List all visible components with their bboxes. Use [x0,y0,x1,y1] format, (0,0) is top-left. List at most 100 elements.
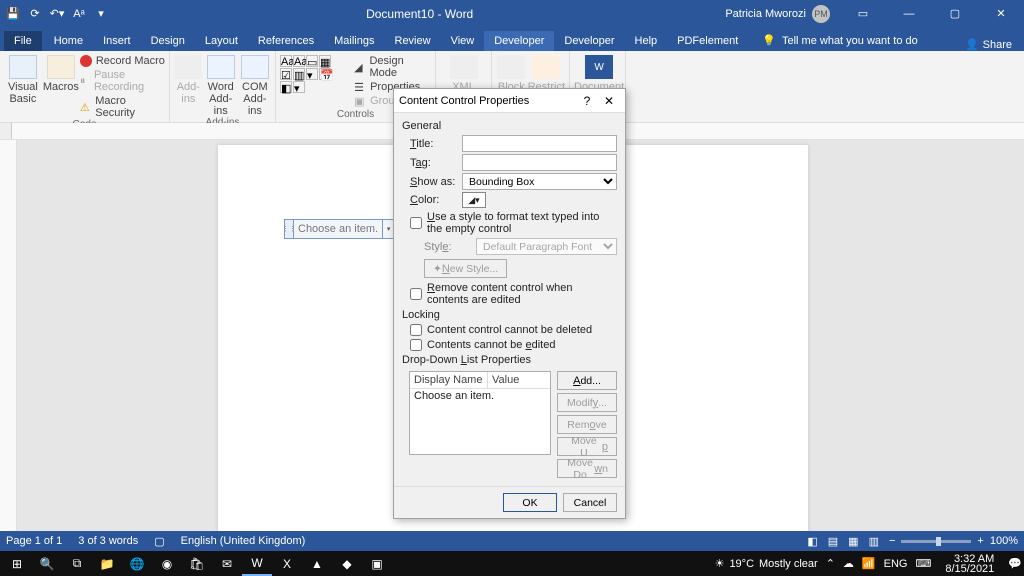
dropdown-list[interactable]: Display NameValue Choose an item. [409,371,551,455]
user-account[interactable]: Patricia Mworozi PM [725,5,830,23]
mail-icon[interactable]: ✉ [212,551,242,576]
design-mode-button[interactable]: ◢Design Mode [354,55,431,79]
tab-design[interactable]: Design [141,31,195,51]
zoom-in-icon[interactable]: + [977,535,983,547]
group-icon: ▣ [354,95,366,107]
record-macro-button[interactable]: Record Macro [80,55,165,67]
windows-taskbar: ⊞ 🔍 ⧉ 📁 🌐 ◉ 🛍 ✉ W X ▲ ◆ ▣ ☀19°CMostly cl… [0,551,1024,576]
search-icon[interactable]: 🔍 [32,551,62,576]
language-status[interactable]: English (United Kingdom) [181,535,306,547]
tag-field[interactable] [462,154,617,171]
start-icon[interactable]: ⊞ [2,551,32,576]
task-view-icon[interactable]: ⧉ [62,551,92,576]
content-control-handle-icon[interactable]: ⋮⋮ [285,220,294,238]
ribbon-options-icon[interactable]: ▭ [840,0,886,27]
macro-security-button[interactable]: ⚠Macro Security [80,95,165,119]
dialog-close-icon[interactable]: ✕ [598,94,620,108]
tab-selector[interactable] [0,123,12,139]
tab-home[interactable]: Home [44,31,93,51]
zoom-control[interactable]: − + 100% [889,535,1018,547]
keyboard-icon[interactable]: ⌨ [915,557,931,570]
chrome-icon[interactable]: ◉ [152,551,182,576]
visual-basic-button[interactable]: Visual Basic [4,53,42,119]
zoom-out-icon[interactable]: − [889,535,895,547]
tab-insert[interactable]: Insert [93,31,141,51]
showas-select[interactable]: Bounding Box [462,173,617,190]
tab-developer[interactable]: Developer [484,31,554,51]
tab-review[interactable]: Review [385,31,441,51]
edge-icon[interactable]: 🌐 [122,551,152,576]
ok-button[interactable]: OK [503,493,557,512]
help-icon[interactable]: ? [576,94,598,108]
wifi-icon[interactable]: 📶 [862,557,876,570]
close-icon[interactable]: ✕ [978,0,1024,27]
cancel-button[interactable]: Cancel [563,493,617,512]
notifications-icon[interactable]: 💬 [1008,557,1022,570]
dialog-title-bar[interactable]: Content Control Properties ? ✕ [394,89,625,113]
use-style-checkbox[interactable] [410,217,422,229]
color-picker-button[interactable]: ◢▾ [462,192,486,208]
tab-developer2[interactable]: Developer [554,31,624,51]
word-addins-button[interactable]: Word Add-ins [204,53,238,117]
bulb-icon: 💡 [762,34,776,47]
tab-view[interactable]: View [441,31,485,51]
excel-icon[interactable]: X [272,551,302,576]
minimize-icon[interactable]: — [886,0,932,27]
refresh-icon[interactable]: ⟳ [28,7,42,21]
tab-file[interactable]: File [4,31,42,51]
section-dropdown: Drop-Down List Properties [402,354,617,366]
page-count[interactable]: Page 1 of 1 [6,535,62,547]
showas-label: Show as: [410,176,458,188]
section-general: General [402,120,617,132]
print-layout-icon[interactable]: ▦ [848,535,858,548]
title-field[interactable] [462,135,617,152]
word-count[interactable]: 3 of 3 words [78,535,138,547]
save-icon[interactable]: 💾 [6,7,20,21]
vertical-ruler[interactable] [0,140,17,531]
tab-references[interactable]: References [248,31,324,51]
vlc-icon[interactable]: ▲ [302,551,332,576]
tell-me[interactable]: 💡Tell me what you want to do [752,30,927,51]
list-item[interactable]: Choose an item. [410,389,550,403]
explorer-icon[interactable]: 📁 [92,551,122,576]
accessibility-icon[interactable]: ◧ [807,535,817,548]
column-value: Value [488,372,523,388]
tab-mailings[interactable]: Mailings [324,31,384,51]
lock-delete-checkbox[interactable] [410,324,422,336]
avatar: PM [812,5,830,23]
com-addins-button[interactable]: COM Add-ins [239,53,271,117]
undo-icon[interactable]: ↶▾ [50,7,64,21]
addins-button[interactable]: Add-ins [174,53,203,117]
zoom-slider[interactable] [901,540,971,543]
pause-recording-button[interactable]: ⏸Pause Recording [80,69,165,93]
font-icon[interactable]: Aᵃ [72,7,86,21]
web-layout-icon[interactable]: ▥ [869,535,879,548]
read-mode-icon[interactable]: ▤ [828,535,838,548]
zoom-percent[interactable]: 100% [990,535,1018,547]
lock-edit-checkbox[interactable] [410,339,422,351]
word-icon[interactable]: W [242,551,272,576]
chevron-up-icon[interactable]: ⌃ [826,557,835,570]
content-control-dropdown[interactable]: ⋮⋮ Choose an item. ▾ [284,219,395,239]
share-button[interactable]: 👤Share [965,38,1012,51]
remove-control-checkbox[interactable] [410,288,422,300]
tab-layout[interactable]: Layout [195,31,248,51]
tag-label: Tag: [410,157,458,169]
weather-widget[interactable]: ☀19°CMostly clear [715,557,818,570]
onedrive-icon[interactable]: ☁ [843,557,854,570]
maximize-icon[interactable]: ▢ [932,0,978,27]
status-bar: Page 1 of 1 3 of 3 words ▢ English (Unit… [0,531,1024,551]
macros-button[interactable]: Macros [43,53,79,119]
app2-icon[interactable]: ▣ [362,551,392,576]
qat-more-icon[interactable]: ▾ [94,7,108,21]
tab-help[interactable]: Help [625,31,668,51]
move-down-button: Move Down [557,459,617,478]
app-icon[interactable]: ◆ [332,551,362,576]
add-button[interactable]: Add... [557,371,617,390]
store-icon[interactable]: 🛍 [182,551,212,576]
pause-icon: ⏸ [80,75,90,87]
clock[interactable]: 3:32 AM8/15/2021 [945,554,994,574]
tab-pdfelement[interactable]: PDFelement [667,31,748,51]
spellcheck-icon[interactable]: ▢ [154,535,164,548]
language-indicator[interactable]: ENG [884,558,908,570]
